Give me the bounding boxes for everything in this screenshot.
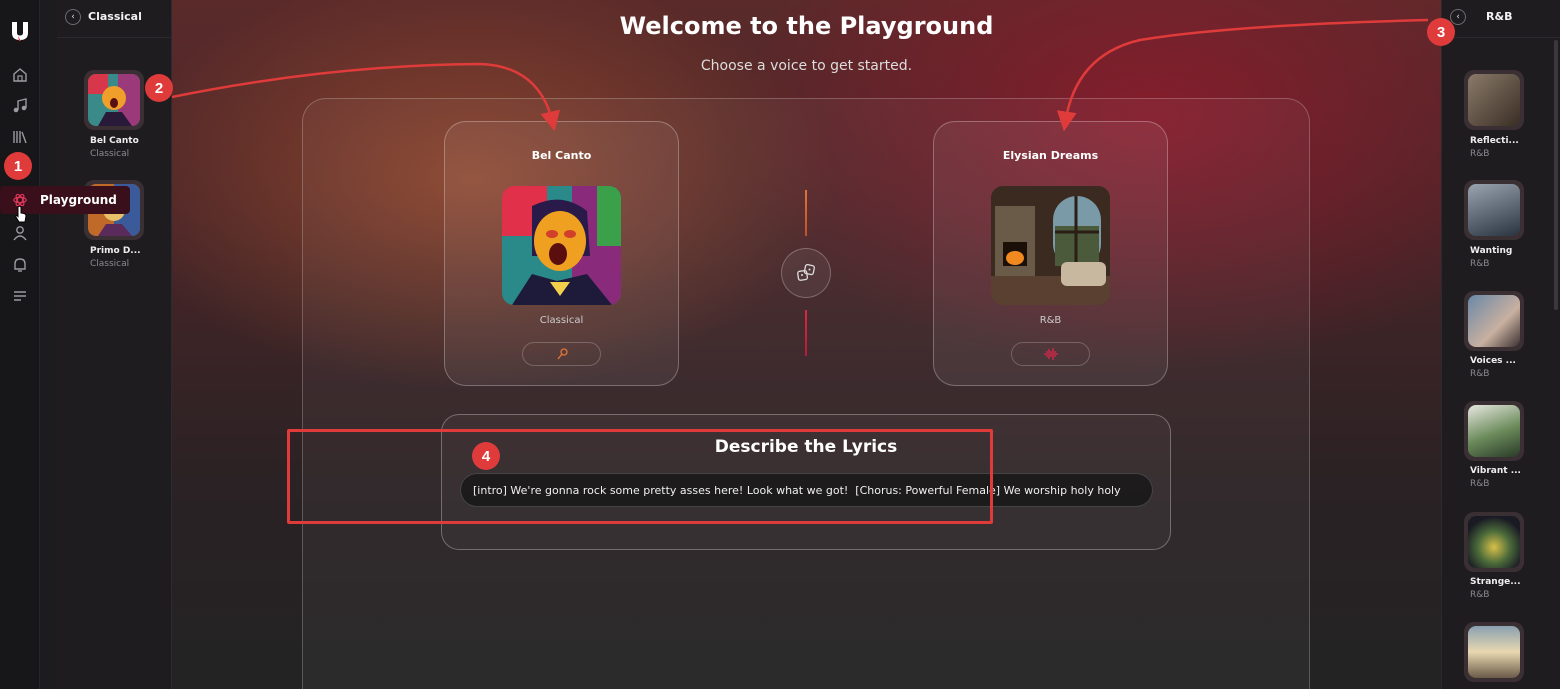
item-subtitle: R&B <box>1470 479 1490 489</box>
swap-divider-bottom <box>805 310 807 356</box>
callout-badge: 3 <box>1427 18 1455 46</box>
main-content: Welcome to the Playground Choose a voice… <box>172 0 1441 689</box>
voice-thumb-voices[interactable] <box>1464 291 1524 351</box>
swap-divider-top <box>805 190 807 236</box>
voice-thumb-reflecti[interactable] <box>1464 70 1524 130</box>
bel-canto-artwork <box>502 186 621 305</box>
item-title: Wanting <box>1470 246 1513 256</box>
pointer-cursor-icon <box>15 205 27 223</box>
microphone-icon <box>556 348 568 360</box>
voice-action-button-right[interactable] <box>1011 342 1090 366</box>
bel-canto-thumbnail <box>88 74 140 126</box>
left-panel-header: ‹ Classical <box>57 0 172 38</box>
item-subtitle: R&B <box>1470 590 1490 600</box>
icon-rail <box>0 0 40 689</box>
item-subtitle: Classical <box>90 149 130 159</box>
left-playlist-panel: ‹ Classical Bel Canto Classical Primo D.… <box>57 0 172 689</box>
voice-thumb-wanting[interactable] <box>1464 180 1524 240</box>
voice-name: Elysian Dreams <box>1002 149 1099 162</box>
voice-card-right[interactable]: Elysian Dreams R&B <box>933 121 1168 386</box>
right-panel-title: R&B <box>1486 10 1513 23</box>
voice-thumb-bel-canto[interactable] <box>84 70 144 130</box>
reflecti-thumbnail <box>1468 74 1520 126</box>
wanting-thumbnail <box>1468 184 1520 236</box>
item-subtitle: R&B <box>1470 149 1490 159</box>
callout-badge: 1 <box>4 152 32 180</box>
elysian-dreams-artwork <box>991 186 1110 305</box>
bell-icon[interactable] <box>11 256 29 274</box>
callout-badge: 2 <box>145 74 173 102</box>
collapse-left-button[interactable]: ‹ <box>65 9 81 25</box>
brand-logo[interactable] <box>9 20 31 42</box>
next-thumbnail <box>1468 626 1520 678</box>
tooltip-label: Playground <box>40 193 117 207</box>
swap-icon <box>797 263 816 281</box>
item-title: Reflecti... <box>1470 136 1519 146</box>
lyrics-card: Describe the Lyrics <box>441 414 1171 550</box>
voices-thumbnail <box>1468 295 1520 347</box>
voice-name: Bel Canto <box>531 149 592 162</box>
item-title: Voices ... <box>1470 356 1516 366</box>
item-title: Vibrant ... <box>1470 466 1521 476</box>
music-note-icon[interactable] <box>11 97 29 115</box>
item-title: Strange... <box>1470 577 1521 587</box>
lyrics-input[interactable] <box>460 473 1153 507</box>
strange-thumbnail <box>1468 516 1520 568</box>
collapse-right-button[interactable]: ‹ <box>1450 9 1466 25</box>
voice-genre: Classical <box>539 315 584 326</box>
voice-genre: R&B <box>1039 315 1062 326</box>
right-panel-header: ‹ R&B <box>1442 0 1560 38</box>
waveform-icon <box>1043 348 1058 360</box>
item-title: Bel Canto <box>90 136 139 146</box>
voice-thumb-next[interactable] <box>1464 622 1524 682</box>
left-panel-title: Classical <box>88 10 142 23</box>
swap-voices-button[interactable] <box>781 248 831 298</box>
menu-icon[interactable] <box>11 287 29 305</box>
home-icon[interactable] <box>11 66 29 84</box>
lyrics-title: Describe the Lyrics <box>714 437 898 457</box>
library-icon[interactable] <box>11 128 29 146</box>
item-subtitle: R&B <box>1470 369 1490 379</box>
voice-thumb-vibrant[interactable] <box>1464 401 1524 461</box>
item-subtitle: R&B <box>1470 259 1490 269</box>
voice-thumb-strange[interactable] <box>1464 512 1524 572</box>
page-subtitle: Choose a voice to get started. <box>700 58 913 74</box>
voice-card-left[interactable]: Bel Canto Classical <box>444 121 679 386</box>
profile-icon[interactable] <box>11 224 29 242</box>
item-subtitle: Classical <box>90 259 130 269</box>
callout-badge: 4 <box>472 442 500 470</box>
voice-action-button-left[interactable] <box>522 342 601 366</box>
page-title: Welcome to the Playground <box>619 12 994 40</box>
item-title: Primo D... <box>90 246 141 256</box>
scrollbar[interactable] <box>1554 40 1558 310</box>
right-playlist-panel: ‹ R&B Reflecti... R&B Wanting R&B Voices… <box>1441 0 1560 689</box>
vibrant-thumbnail <box>1468 405 1520 457</box>
